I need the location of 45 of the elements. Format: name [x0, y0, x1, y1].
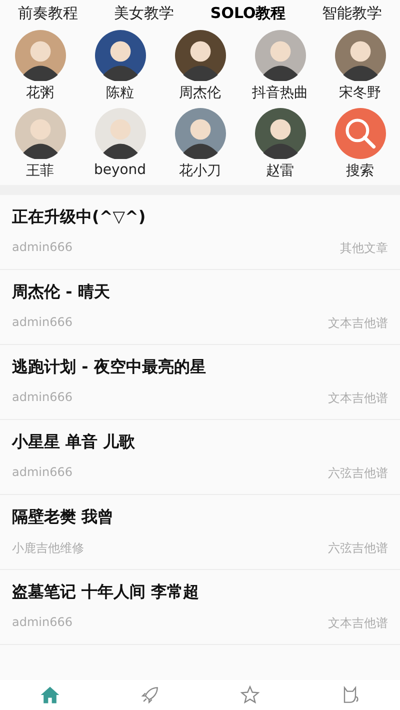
category-tab[interactable]: 前奏教程: [18, 4, 78, 22]
category-tab[interactable]: SOLO教程: [210, 4, 286, 22]
artist-name[interactable]: 陈粒: [106, 84, 134, 104]
avatar-icon[interactable]: [174, 108, 226, 159]
artist-name[interactable]: 抖音热曲: [252, 84, 308, 104]
artist-name[interactable]: beyond: [94, 162, 146, 182]
article-category: 文本吉他谱: [328, 615, 388, 632]
artist-name[interactable]: 王菲: [26, 162, 54, 182]
avatar-icon[interactable]: [254, 108, 306, 159]
article-title[interactable]: 周杰伦 - 晴天: [12, 282, 388, 303]
avatar-icon[interactable]: [334, 30, 386, 81]
article-author: admin666: [12, 465, 73, 481]
article-author: admin666: [12, 315, 73, 331]
article-title[interactable]: 隔壁老樊 我曾: [12, 507, 388, 528]
artist-name[interactable]: 花小刀: [179, 162, 221, 182]
artist-name[interactable]: 搜索: [346, 162, 374, 182]
article-title[interactable]: 逃跑计划 - 夜空中最亮的星: [12, 357, 388, 378]
article-author: admin666: [12, 390, 73, 406]
article-author: admin666: [12, 240, 73, 256]
search-icon[interactable]: [334, 108, 386, 159]
artist-name[interactable]: 周杰伦: [179, 84, 221, 104]
avatar-icon[interactable]: [94, 108, 146, 159]
artist-name[interactable]: 赵雷: [266, 162, 294, 182]
category-tab[interactable]: 智能教学: [322, 4, 382, 22]
category-tab[interactable]: 美女教学: [114, 4, 174, 22]
avatar-icon[interactable]: [94, 30, 146, 81]
article-category: 其他文章: [340, 240, 388, 257]
article-category: 文本吉他谱: [328, 390, 388, 407]
home-icon[interactable]: [39, 684, 61, 706]
avatar-icon[interactable]: [14, 108, 66, 159]
avatar-icon[interactable]: [254, 30, 306, 81]
article-title[interactable]: 正在升级中(^▽^): [12, 207, 388, 228]
rocket-icon[interactable]: [139, 684, 161, 706]
article-author: 小鹿吉他维修: [12, 540, 84, 557]
star-icon[interactable]: [239, 684, 261, 706]
article-category: 文本吉他谱: [328, 315, 388, 332]
artist-name[interactable]: 花粥: [26, 84, 54, 104]
avatar-icon[interactable]: [174, 30, 226, 81]
article-category: 六弦吉他谱: [328, 540, 388, 557]
article-title[interactable]: 盗墓笔记 十年人间 李常超: [12, 582, 388, 603]
avatar-icon[interactable]: [14, 30, 66, 81]
article-category: 六弦吉他谱: [328, 465, 388, 482]
article-author: admin666: [12, 615, 73, 631]
article-title[interactable]: 小星星 单音 儿歌: [12, 432, 388, 453]
artist-name[interactable]: 宋冬野: [339, 84, 381, 104]
